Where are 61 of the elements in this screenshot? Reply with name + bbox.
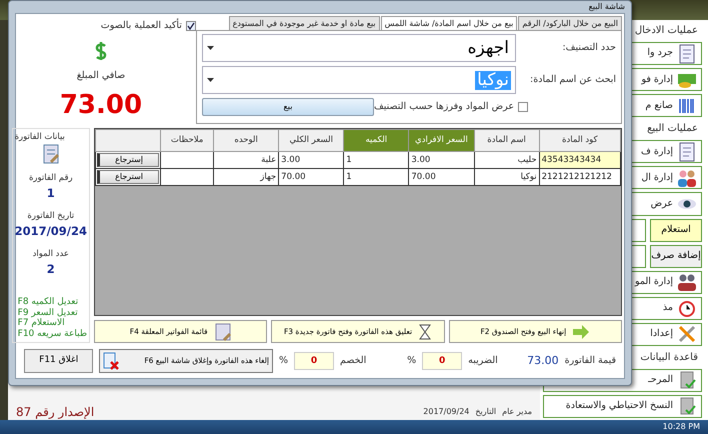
version-label: الإصدار رقم 87 <box>16 404 94 421</box>
tile-label: النسخ الاحتياطي والاستعادة <box>566 399 673 414</box>
table-cell: 3.00 <box>408 152 474 168</box>
shortcut-hint: تعديل السعر F9 <box>18 308 79 318</box>
column-header: كود المادة <box>539 130 620 152</box>
total-label: قيمة الفاتورة <box>564 354 616 368</box>
table-cell: نوكيا <box>474 168 540 186</box>
column-header: الكميه <box>344 130 409 152</box>
tile-label: إدارة المو <box>634 274 673 289</box>
column-header: اسم المادة <box>474 130 540 152</box>
field-label: ابحث عن اسم المادة: <box>529 72 616 87</box>
column-header: السعر الافرادي <box>408 130 474 152</box>
table-cell: 3.00 <box>278 152 344 168</box>
info-label: تاريخ الفاتورة <box>27 210 74 222</box>
tile-label: إدارة ف <box>641 144 673 159</box>
column-header: الوحده <box>214 130 279 152</box>
tile-label: جرد وا <box>647 46 673 60</box>
tile-label: عرض <box>650 196 673 211</box>
section-heading: عمليات البيع <box>646 122 699 136</box>
amount-label: صافي المبلغ <box>76 69 126 84</box>
percent-sign: % <box>278 354 288 368</box>
info-value: 2 <box>46 260 55 278</box>
table-cell: 2121212121212 <box>539 168 620 186</box>
table-cell: علبة <box>214 152 279 168</box>
tile-label: مذ <box>662 301 673 316</box>
section-heading: عمليات الادخال <box>634 24 699 38</box>
table-cell: 70.00 <box>278 168 344 186</box>
info-label: عدد المواد <box>32 248 70 260</box>
dialog-title: شاشة البيع <box>588 1 625 13</box>
tax-label: الضريبه <box>468 354 498 368</box>
info-value: 2017/09/24 <box>14 222 87 240</box>
tile-label: صانع م <box>645 98 673 113</box>
table-cell: جهاز <box>214 168 279 186</box>
section-heading: قاعدة البيانات <box>639 350 699 365</box>
table-cell: حليب <box>474 152 540 168</box>
table-cell: 1 <box>344 152 409 168</box>
user-label: مدير عام <box>502 406 532 418</box>
checkbox-label: عرض المواد وفرزها حسب التصنيف <box>374 100 514 114</box>
info-label: رقم الفاتورة <box>28 172 73 184</box>
tile-label: إدارة فو <box>641 72 673 87</box>
shortcut-hint: الاستعلام F7 <box>18 318 66 329</box>
discount-label: الخصم <box>340 354 366 368</box>
shortcut-hint: تعديل الكميه F8 <box>18 296 80 308</box>
shortcut-hint: طباعة سريعه F10 <box>18 329 87 340</box>
checkbox-label: تأكيد العملية بالصوت <box>100 19 182 33</box>
column-header: ملاحظات <box>160 130 214 152</box>
table-cell: 70.00 <box>408 168 474 186</box>
percent-sign: % <box>407 354 416 368</box>
clock: 10:28 PM <box>662 421 700 433</box>
tile-label: إعدادا <box>650 327 673 342</box>
table-cell: 43543343434 <box>539 152 620 168</box>
total-value: 73.00 <box>527 352 559 369</box>
tile-label: إدارة ال <box>641 170 673 185</box>
field-label: حدد التصنيف: <box>561 40 616 55</box>
net-amount: 73.00 <box>60 92 142 118</box>
date-label: التاريخ <box>475 406 496 418</box>
info-value: 1 <box>46 184 55 202</box>
tile-label: المرحـ <box>648 373 673 388</box>
date-value: 2017/09/24 <box>423 406 470 418</box>
table-cell: 1 <box>344 168 409 186</box>
column-header: السعر الكلي <box>278 130 344 152</box>
